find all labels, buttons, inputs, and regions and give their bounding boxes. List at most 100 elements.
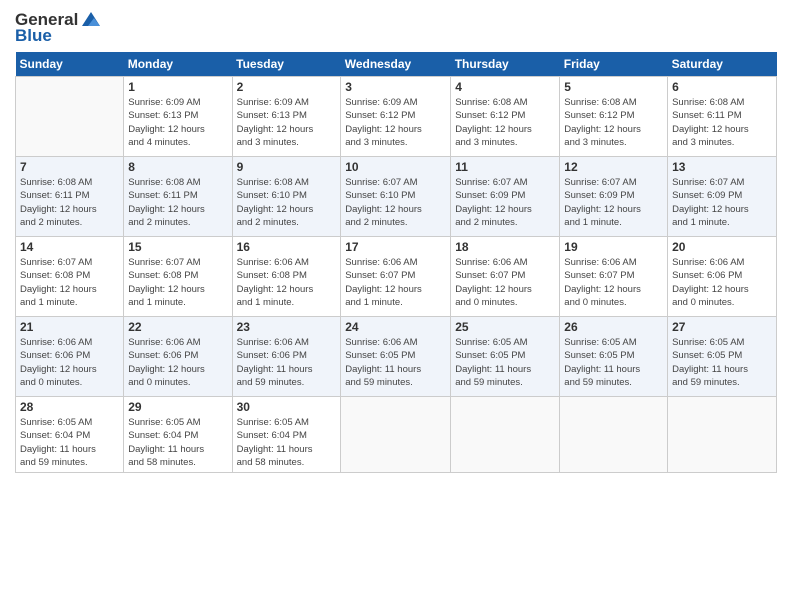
calendar-cell xyxy=(16,77,124,157)
week-row-4: 21 Sunrise: 6:06 AM Sunset: 6:06 PM Dayli… xyxy=(16,317,777,397)
calendar-cell: 13 Sunrise: 6:07 AM Sunset: 6:09 PM Dayli… xyxy=(668,157,777,237)
day-number: 20 xyxy=(672,240,772,254)
weekday-header-friday: Friday xyxy=(560,52,668,77)
page-container: General Blue SundayMondayTuesdayWednesda… xyxy=(0,0,792,483)
calendar-cell: 3 Sunrise: 6:09 AM Sunset: 6:12 PM Daylig… xyxy=(341,77,451,157)
weekday-header-tuesday: Tuesday xyxy=(232,52,341,77)
calendar-cell: 20 Sunrise: 6:06 AM Sunset: 6:06 PM Dayli… xyxy=(668,237,777,317)
weekday-header-wednesday: Wednesday xyxy=(341,52,451,77)
day-info: Sunrise: 6:05 AM Sunset: 6:05 PM Dayligh… xyxy=(672,336,772,389)
day-info: Sunrise: 6:05 AM Sunset: 6:04 PM Dayligh… xyxy=(128,416,227,469)
calendar-cell: 15 Sunrise: 6:07 AM Sunset: 6:08 PM Dayli… xyxy=(124,237,232,317)
calendar-cell: 1Sunrise: 6:09 AM Sunset: 6:13 PM Daylig… xyxy=(124,77,232,157)
day-info: Sunrise: 6:08 AM Sunset: 6:11 PM Dayligh… xyxy=(672,96,772,149)
day-info: Sunrise: 6:09 AM Sunset: 6:12 PM Dayligh… xyxy=(345,96,446,149)
day-info: Sunrise: 6:06 AM Sunset: 6:05 PM Dayligh… xyxy=(345,336,446,389)
logo-icon xyxy=(80,10,102,28)
calendar-cell: 18Sunrise: 6:06 AM Sunset: 6:07 PM Dayli… xyxy=(451,237,560,317)
day-number: 11 xyxy=(455,160,555,174)
day-number: 6 xyxy=(672,80,772,94)
calendar-cell: 28 Sunrise: 6:05 AM Sunset: 6:04 PM Dayli… xyxy=(16,397,124,473)
day-number: 19 xyxy=(564,240,663,254)
day-number: 25 xyxy=(455,320,555,334)
day-number: 30 xyxy=(237,400,337,414)
day-info: Sunrise: 6:06 AM Sunset: 6:06 PM Dayligh… xyxy=(20,336,119,389)
day-info: Sunrise: 6:05 AM Sunset: 6:04 PM Dayligh… xyxy=(20,416,119,469)
day-number: 3 xyxy=(345,80,446,94)
calendar-cell: 9 Sunrise: 6:08 AM Sunset: 6:10 PM Daylig… xyxy=(232,157,341,237)
day-info: Sunrise: 6:05 AM Sunset: 6:05 PM Dayligh… xyxy=(455,336,555,389)
day-number: 17 xyxy=(345,240,446,254)
day-number: 23 xyxy=(237,320,337,334)
calendar-cell: 27Sunrise: 6:05 AM Sunset: 6:05 PM Dayli… xyxy=(668,317,777,397)
calendar-cell xyxy=(451,397,560,473)
day-number: 4 xyxy=(455,80,555,94)
day-info: Sunrise: 6:08 AM Sunset: 6:10 PM Dayligh… xyxy=(237,176,337,229)
week-row-1: 1Sunrise: 6:09 AM Sunset: 6:13 PM Daylig… xyxy=(16,77,777,157)
day-number: 8 xyxy=(128,160,227,174)
day-number: 16 xyxy=(237,240,337,254)
week-row-5: 28 Sunrise: 6:05 AM Sunset: 6:04 PM Dayli… xyxy=(16,397,777,473)
logo: General Blue xyxy=(15,10,102,46)
day-number: 15 xyxy=(128,240,227,254)
day-number: 14 xyxy=(20,240,119,254)
calendar-cell: 22Sunrise: 6:06 AM Sunset: 6:06 PM Dayli… xyxy=(124,317,232,397)
calendar-cell: 16 Sunrise: 6:06 AM Sunset: 6:08 PM Dayli… xyxy=(232,237,341,317)
day-info: Sunrise: 6:06 AM Sunset: 6:06 PM Dayligh… xyxy=(237,336,337,389)
calendar-cell: 14 Sunrise: 6:07 AM Sunset: 6:08 PM Dayli… xyxy=(16,237,124,317)
weekday-header-sunday: Sunday xyxy=(16,52,124,77)
calendar-cell: 23 Sunrise: 6:06 AM Sunset: 6:06 PM Dayli… xyxy=(232,317,341,397)
weekday-header-thursday: Thursday xyxy=(451,52,560,77)
calendar-cell: 19 Sunrise: 6:06 AM Sunset: 6:07 PM Dayli… xyxy=(560,237,668,317)
day-number: 28 xyxy=(20,400,119,414)
logo-text-blue: Blue xyxy=(15,26,52,46)
calendar-cell: 25 Sunrise: 6:05 AM Sunset: 6:05 PM Dayli… xyxy=(451,317,560,397)
calendar-cell: 6 Sunrise: 6:08 AM Sunset: 6:11 PM Daylig… xyxy=(668,77,777,157)
day-number: 9 xyxy=(237,160,337,174)
day-info: Sunrise: 6:08 AM Sunset: 6:12 PM Dayligh… xyxy=(564,96,663,149)
calendar-cell: 24 Sunrise: 6:06 AM Sunset: 6:05 PM Dayli… xyxy=(341,317,451,397)
calendar-cell: 17 Sunrise: 6:06 AM Sunset: 6:07 PM Dayli… xyxy=(341,237,451,317)
day-number: 7 xyxy=(20,160,119,174)
header: General Blue xyxy=(15,10,777,46)
calendar-cell: 12 Sunrise: 6:07 AM Sunset: 6:09 PM Dayli… xyxy=(560,157,668,237)
day-info: Sunrise: 6:07 AM Sunset: 6:09 PM Dayligh… xyxy=(564,176,663,229)
calendar-cell: 30Sunrise: 6:05 AM Sunset: 6:04 PM Dayli… xyxy=(232,397,341,473)
calendar-cell: 29 Sunrise: 6:05 AM Sunset: 6:04 PM Dayli… xyxy=(124,397,232,473)
day-number: 18 xyxy=(455,240,555,254)
day-number: 10 xyxy=(345,160,446,174)
day-info: Sunrise: 6:09 AM Sunset: 6:13 PM Dayligh… xyxy=(128,96,227,149)
day-number: 29 xyxy=(128,400,227,414)
day-info: Sunrise: 6:06 AM Sunset: 6:07 PM Dayligh… xyxy=(564,256,663,309)
calendar-cell: 21 Sunrise: 6:06 AM Sunset: 6:06 PM Dayli… xyxy=(16,317,124,397)
weekday-header-row: SundayMondayTuesdayWednesdayThursdayFrid… xyxy=(16,52,777,77)
day-info: Sunrise: 6:06 AM Sunset: 6:06 PM Dayligh… xyxy=(672,256,772,309)
day-number: 24 xyxy=(345,320,446,334)
day-info: Sunrise: 6:06 AM Sunset: 6:08 PM Dayligh… xyxy=(237,256,337,309)
day-info: Sunrise: 6:07 AM Sunset: 6:09 PM Dayligh… xyxy=(672,176,772,229)
day-info: Sunrise: 6:06 AM Sunset: 6:07 PM Dayligh… xyxy=(345,256,446,309)
day-number: 13 xyxy=(672,160,772,174)
calendar-cell: 10Sunrise: 6:07 AM Sunset: 6:10 PM Dayli… xyxy=(341,157,451,237)
day-info: Sunrise: 6:07 AM Sunset: 6:08 PM Dayligh… xyxy=(128,256,227,309)
weekday-header-monday: Monday xyxy=(124,52,232,77)
week-row-3: 14 Sunrise: 6:07 AM Sunset: 6:08 PM Dayli… xyxy=(16,237,777,317)
calendar-cell: 11Sunrise: 6:07 AM Sunset: 6:09 PM Dayli… xyxy=(451,157,560,237)
calendar-cell: 8 Sunrise: 6:08 AM Sunset: 6:11 PM Daylig… xyxy=(124,157,232,237)
calendar-cell: 4 Sunrise: 6:08 AM Sunset: 6:12 PM Daylig… xyxy=(451,77,560,157)
day-number: 21 xyxy=(20,320,119,334)
day-info: Sunrise: 6:07 AM Sunset: 6:08 PM Dayligh… xyxy=(20,256,119,309)
calendar-cell: 5Sunrise: 6:08 AM Sunset: 6:12 PM Daylig… xyxy=(560,77,668,157)
day-number: 22 xyxy=(128,320,227,334)
day-number: 12 xyxy=(564,160,663,174)
calendar-cell xyxy=(668,397,777,473)
day-number: 26 xyxy=(564,320,663,334)
calendar-cell xyxy=(560,397,668,473)
calendar-cell: 7 Sunrise: 6:08 AM Sunset: 6:11 PM Daylig… xyxy=(16,157,124,237)
week-row-2: 7 Sunrise: 6:08 AM Sunset: 6:11 PM Daylig… xyxy=(16,157,777,237)
day-info: Sunrise: 6:08 AM Sunset: 6:12 PM Dayligh… xyxy=(455,96,555,149)
calendar-cell xyxy=(341,397,451,473)
day-info: Sunrise: 6:08 AM Sunset: 6:11 PM Dayligh… xyxy=(20,176,119,229)
day-info: Sunrise: 6:08 AM Sunset: 6:11 PM Dayligh… xyxy=(128,176,227,229)
day-number: 2 xyxy=(237,80,337,94)
